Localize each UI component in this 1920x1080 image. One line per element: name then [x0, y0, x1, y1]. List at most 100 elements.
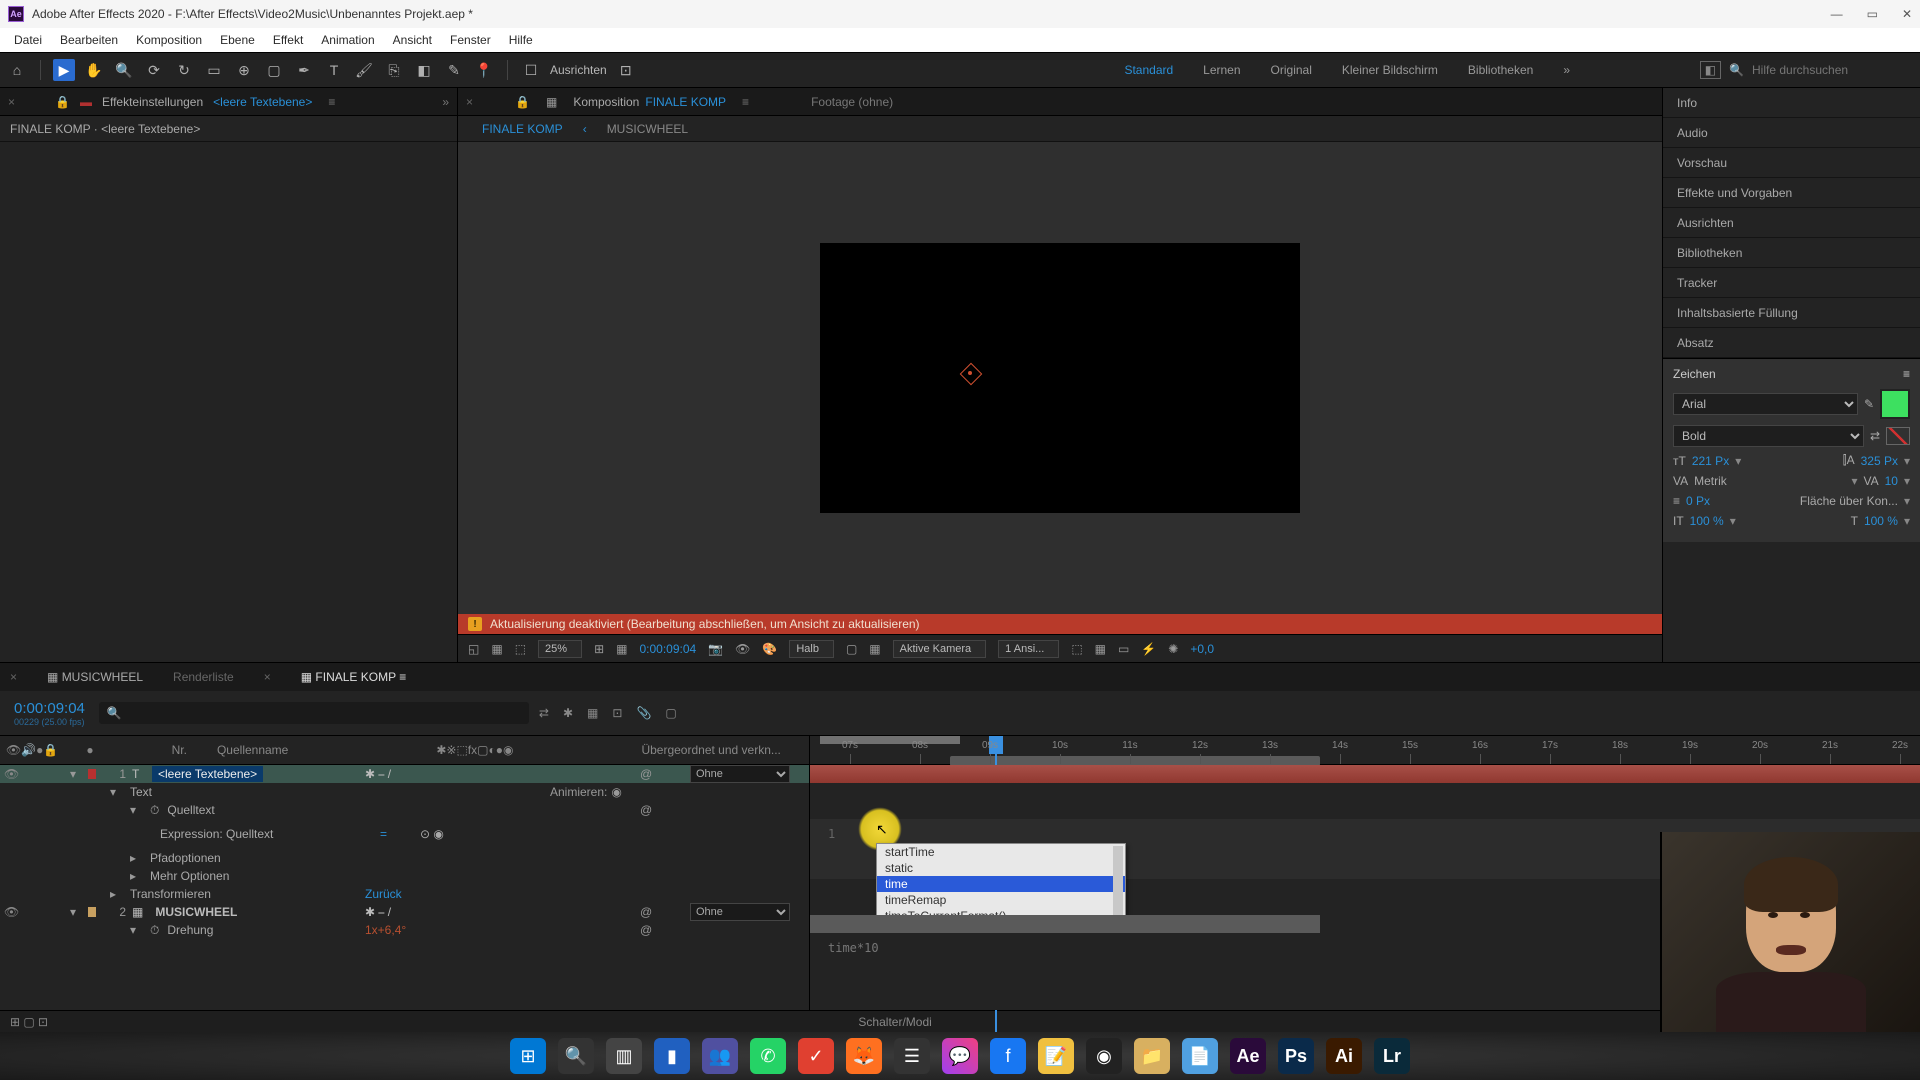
workspace-more-icon[interactable]: »	[1563, 63, 1570, 77]
prop-pfad[interactable]: ▸Pfadoptionen	[0, 849, 809, 867]
prop-drehung[interactable]: ▾ ⏱ Drehung 1x+6,4° @	[0, 921, 809, 939]
timeline-tab-render[interactable]: Renderliste	[173, 670, 234, 684]
reset-link[interactable]: Zurück	[365, 887, 402, 901]
footage-tab[interactable]: Footage (ohne)	[811, 95, 893, 109]
resolution-select[interactable]: Halb	[789, 640, 834, 658]
workspace-original[interactable]: Original	[1271, 63, 1312, 77]
twirl-icon[interactable]: ▾	[130, 923, 142, 937]
font-weight-select[interactable]: Bold	[1673, 425, 1864, 447]
parent-select[interactable]: Ohne	[690, 903, 790, 921]
prop-text[interactable]: ▾ Text Animieren:◉	[0, 783, 809, 801]
menu-komposition[interactable]: Komposition	[128, 31, 210, 49]
panel-content-fill[interactable]: Inhaltsbasierte Füllung	[1663, 298, 1920, 328]
panel-menu-icon[interactable]: ≡	[742, 95, 749, 109]
app-icon[interactable]: ☰	[894, 1038, 930, 1074]
panel-menu-icon[interactable]: ≡	[1903, 367, 1910, 381]
graph-editor-icon[interactable]: 📎	[636, 706, 651, 720]
obs-icon[interactable]: ◉	[1086, 1038, 1122, 1074]
brush-tool[interactable]: 🖌	[353, 59, 375, 81]
menu-ansicht[interactable]: Ansicht	[385, 31, 440, 49]
selection-tool[interactable]: ▶	[53, 59, 75, 81]
prop-transform[interactable]: ▸Transformieren Zurück	[0, 885, 809, 903]
effects-tab-label[interactable]: Effekteinstellungen	[102, 95, 203, 109]
menu-datei[interactable]: Datei	[6, 31, 50, 49]
ac-item-selected[interactable]: time	[877, 876, 1125, 892]
fast-preview-icon[interactable]: ⚡	[1141, 642, 1156, 656]
transparency-icon[interactable]: ▦	[869, 642, 880, 656]
drehung-value[interactable]: 1x+6,4°	[365, 923, 406, 937]
swap-colors-icon[interactable]: ⇄	[1870, 429, 1880, 443]
nav-next-comp[interactable]: MUSICWHEEL	[607, 122, 688, 136]
zoom-tool[interactable]: 🔍	[113, 59, 135, 81]
twirl-icon[interactable]: ▾	[130, 803, 142, 817]
res-full-icon[interactable]: ⊞	[594, 642, 604, 656]
tab-close-icon[interactable]: ×	[466, 95, 473, 109]
panel-vorschau[interactable]: Vorschau	[1663, 148, 1920, 178]
ac-item[interactable]: timeRemap	[877, 892, 1125, 908]
taskbar-search-icon[interactable]: 🔍	[558, 1038, 594, 1074]
panel-tracker[interactable]: Tracker	[1663, 268, 1920, 298]
snapshot-icon[interactable]: 📷	[708, 642, 723, 656]
rotate-tool[interactable]: ↻	[173, 59, 195, 81]
notepad-icon[interactable]: 📄	[1182, 1038, 1218, 1074]
timeline-tab-musicwheel[interactable]: ▦ MUSICWHEEL	[47, 670, 143, 684]
comp-canvas[interactable]	[820, 243, 1300, 513]
layer-2-name[interactable]: MUSICWHEEL	[149, 904, 243, 920]
composition-viewer[interactable]	[458, 142, 1662, 614]
camera-tool[interactable]: ▭	[203, 59, 225, 81]
panel-overflow-icon[interactable]: »	[442, 95, 449, 109]
vscale-value[interactable]: 100 %	[1690, 514, 1724, 528]
start-button[interactable]: ⊞	[510, 1038, 546, 1074]
fill-color-swatch[interactable]	[1880, 389, 1910, 419]
pixel-aspect-icon[interactable]: ▭	[1118, 642, 1129, 656]
pan-behind-tool[interactable]: ⊕	[233, 59, 255, 81]
illustrator-icon[interactable]: Ai	[1326, 1038, 1362, 1074]
animate-menu[interactable]: Animieren:◉	[550, 785, 622, 799]
windows-taskbar[interactable]: ⊞ 🔍 ▥ ▮ 👥 ✆ ✓ 🦊 ☰ 💬 f 📝 ◉ 📁 📄 Ae Ps Ai L…	[0, 1032, 1920, 1080]
workspace-bibliotheken[interactable]: Bibliotheken	[1468, 63, 1533, 77]
parent-pickwhip-icon[interactable]: @	[640, 905, 652, 919]
tab-close-icon[interactable]: ×	[8, 95, 15, 109]
workspace-standard[interactable]: Standard	[1124, 63, 1173, 77]
facebook-icon[interactable]: f	[990, 1038, 1026, 1074]
parent-select[interactable]: Ohne	[690, 765, 790, 783]
timeline-tab-finale[interactable]: ▦ FINALE KOMP ≡	[301, 670, 406, 684]
twirl-icon[interactable]: ▾	[70, 767, 82, 781]
expr-enable-icon[interactable]: =	[380, 827, 387, 841]
label-color[interactable]	[88, 907, 96, 917]
res-grid-icon[interactable]: ▦	[616, 642, 627, 656]
hand-tool[interactable]: ✋	[83, 59, 105, 81]
prop-expression[interactable]: Expression: Quelltext = ⊙ ◉	[0, 819, 809, 849]
parent-pickwhip-icon[interactable]: @	[640, 767, 652, 781]
roto-tool[interactable]: ✎	[443, 59, 465, 81]
shape-tool[interactable]: ▢	[263, 59, 285, 81]
zeichen-title[interactable]: Zeichen	[1673, 367, 1716, 381]
workspace-lernen[interactable]: Lernen	[1203, 63, 1240, 77]
messenger-icon[interactable]: 💬	[942, 1038, 978, 1074]
expression-pickwhip-icon[interactable]: @	[640, 923, 652, 937]
layer-1-name[interactable]: <leere Textebene>	[152, 766, 263, 782]
menu-animation[interactable]: Animation	[313, 31, 382, 49]
show-snapshot-icon[interactable]: 👁	[735, 642, 750, 656]
menu-ebene[interactable]: Ebene	[212, 31, 263, 49]
close-button[interactable]: ✕	[1902, 7, 1912, 21]
stroke-width-value[interactable]: 0 Px	[1686, 494, 1710, 508]
panel-toggle-icon[interactable]: ◧	[1700, 61, 1721, 79]
orbit-tool[interactable]: ⟳	[143, 59, 165, 81]
motion-blur-icon[interactable]: ⊡	[612, 706, 622, 720]
minimize-button[interactable]: —	[1831, 7, 1843, 21]
twirl-icon[interactable]: ▾	[70, 905, 82, 919]
eyedropper-icon[interactable]: ✎	[1864, 397, 1874, 411]
menu-fenster[interactable]: Fenster	[442, 31, 499, 49]
switches[interactable]: ✱ ⎯ /	[365, 767, 391, 782]
panel-bibliotheken[interactable]: Bibliotheken	[1663, 238, 1920, 268]
label-col-icon[interactable]: ●	[86, 743, 93, 757]
timeline-tab-close-icon[interactable]: ×	[264, 670, 271, 684]
panel-menu-icon[interactable]: ≡	[328, 95, 335, 109]
explorer-icon[interactable]: 📁	[1134, 1038, 1170, 1074]
kerning-value[interactable]: Metrik	[1694, 474, 1845, 488]
timeline-search[interactable]: 🔍	[99, 702, 529, 724]
switches-modes-toggle[interactable]: Schalter/Modi	[60, 1015, 1730, 1029]
layer-2-bar[interactable]	[810, 915, 1320, 933]
todoist-icon[interactable]: ✓	[798, 1038, 834, 1074]
